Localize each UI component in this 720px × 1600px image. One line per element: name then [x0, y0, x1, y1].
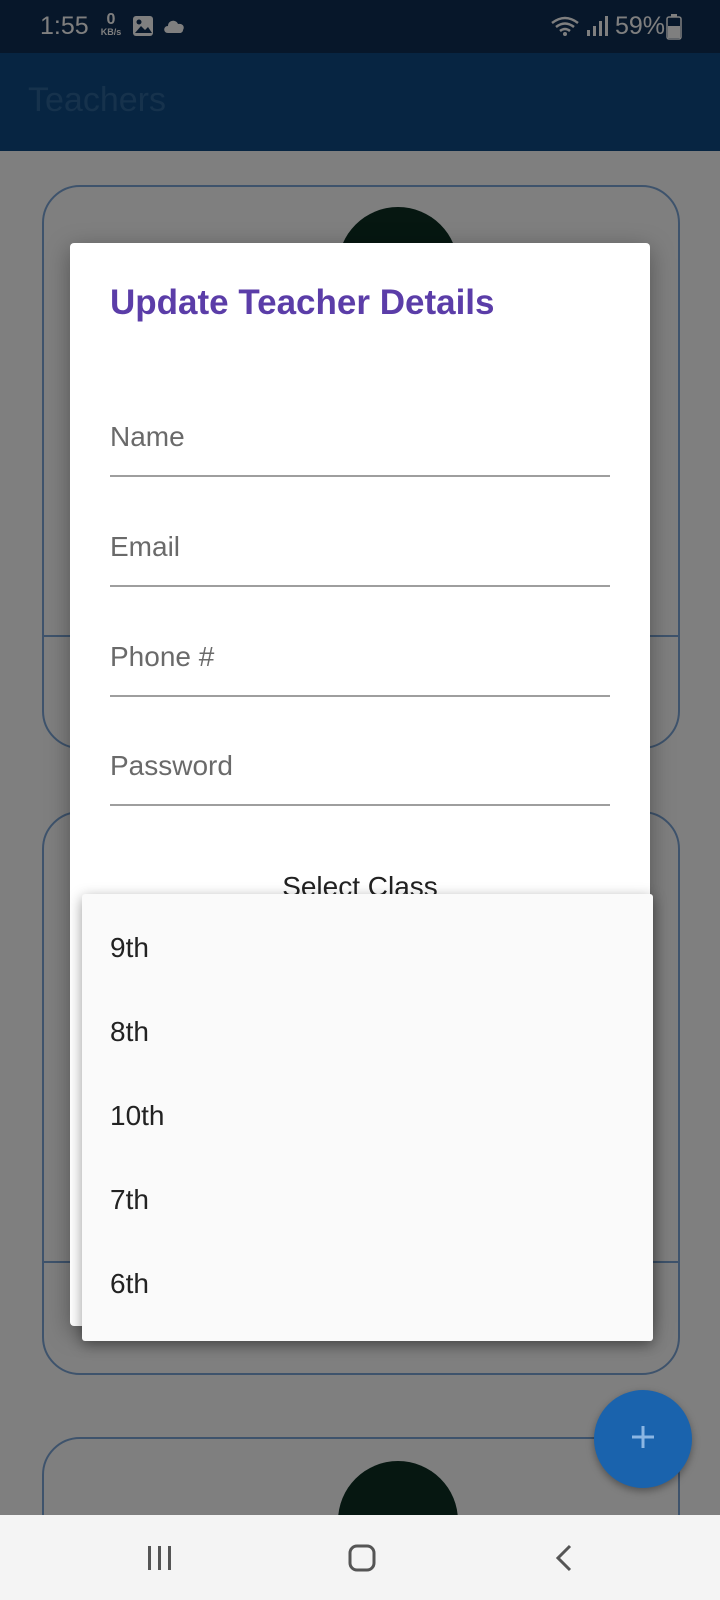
plus-icon	[628, 1422, 658, 1457]
password-field[interactable]: Password	[110, 734, 610, 806]
password-field-label: Password	[110, 750, 233, 781]
phone-field[interactable]: Phone #	[110, 625, 610, 697]
class-dropdown-menu: 9th 8th 10th 7th 6th	[82, 894, 653, 1341]
email-field[interactable]: Email	[110, 515, 610, 587]
home-icon[interactable]	[347, 1543, 377, 1578]
dialog-title: Update Teacher Details	[110, 283, 495, 322]
dropdown-option-10th[interactable]: 10th	[110, 1096, 165, 1136]
add-teacher-button[interactable]	[594, 1390, 692, 1488]
dropdown-option-7th[interactable]: 7th	[110, 1180, 149, 1220]
name-field-label: Name	[110, 421, 185, 452]
dropdown-option-6th[interactable]: 6th	[110, 1264, 149, 1304]
recent-apps-icon[interactable]	[145, 1543, 175, 1578]
phone-field-label: Phone #	[110, 641, 215, 672]
dropdown-option-8th[interactable]: 8th	[110, 1012, 149, 1052]
name-field[interactable]: Name	[110, 405, 610, 477]
back-icon[interactable]	[550, 1543, 580, 1578]
dropdown-option-9th[interactable]: 9th	[110, 928, 149, 968]
email-field-label: Email	[110, 531, 181, 562]
system-nav-bar	[0, 1515, 720, 1600]
